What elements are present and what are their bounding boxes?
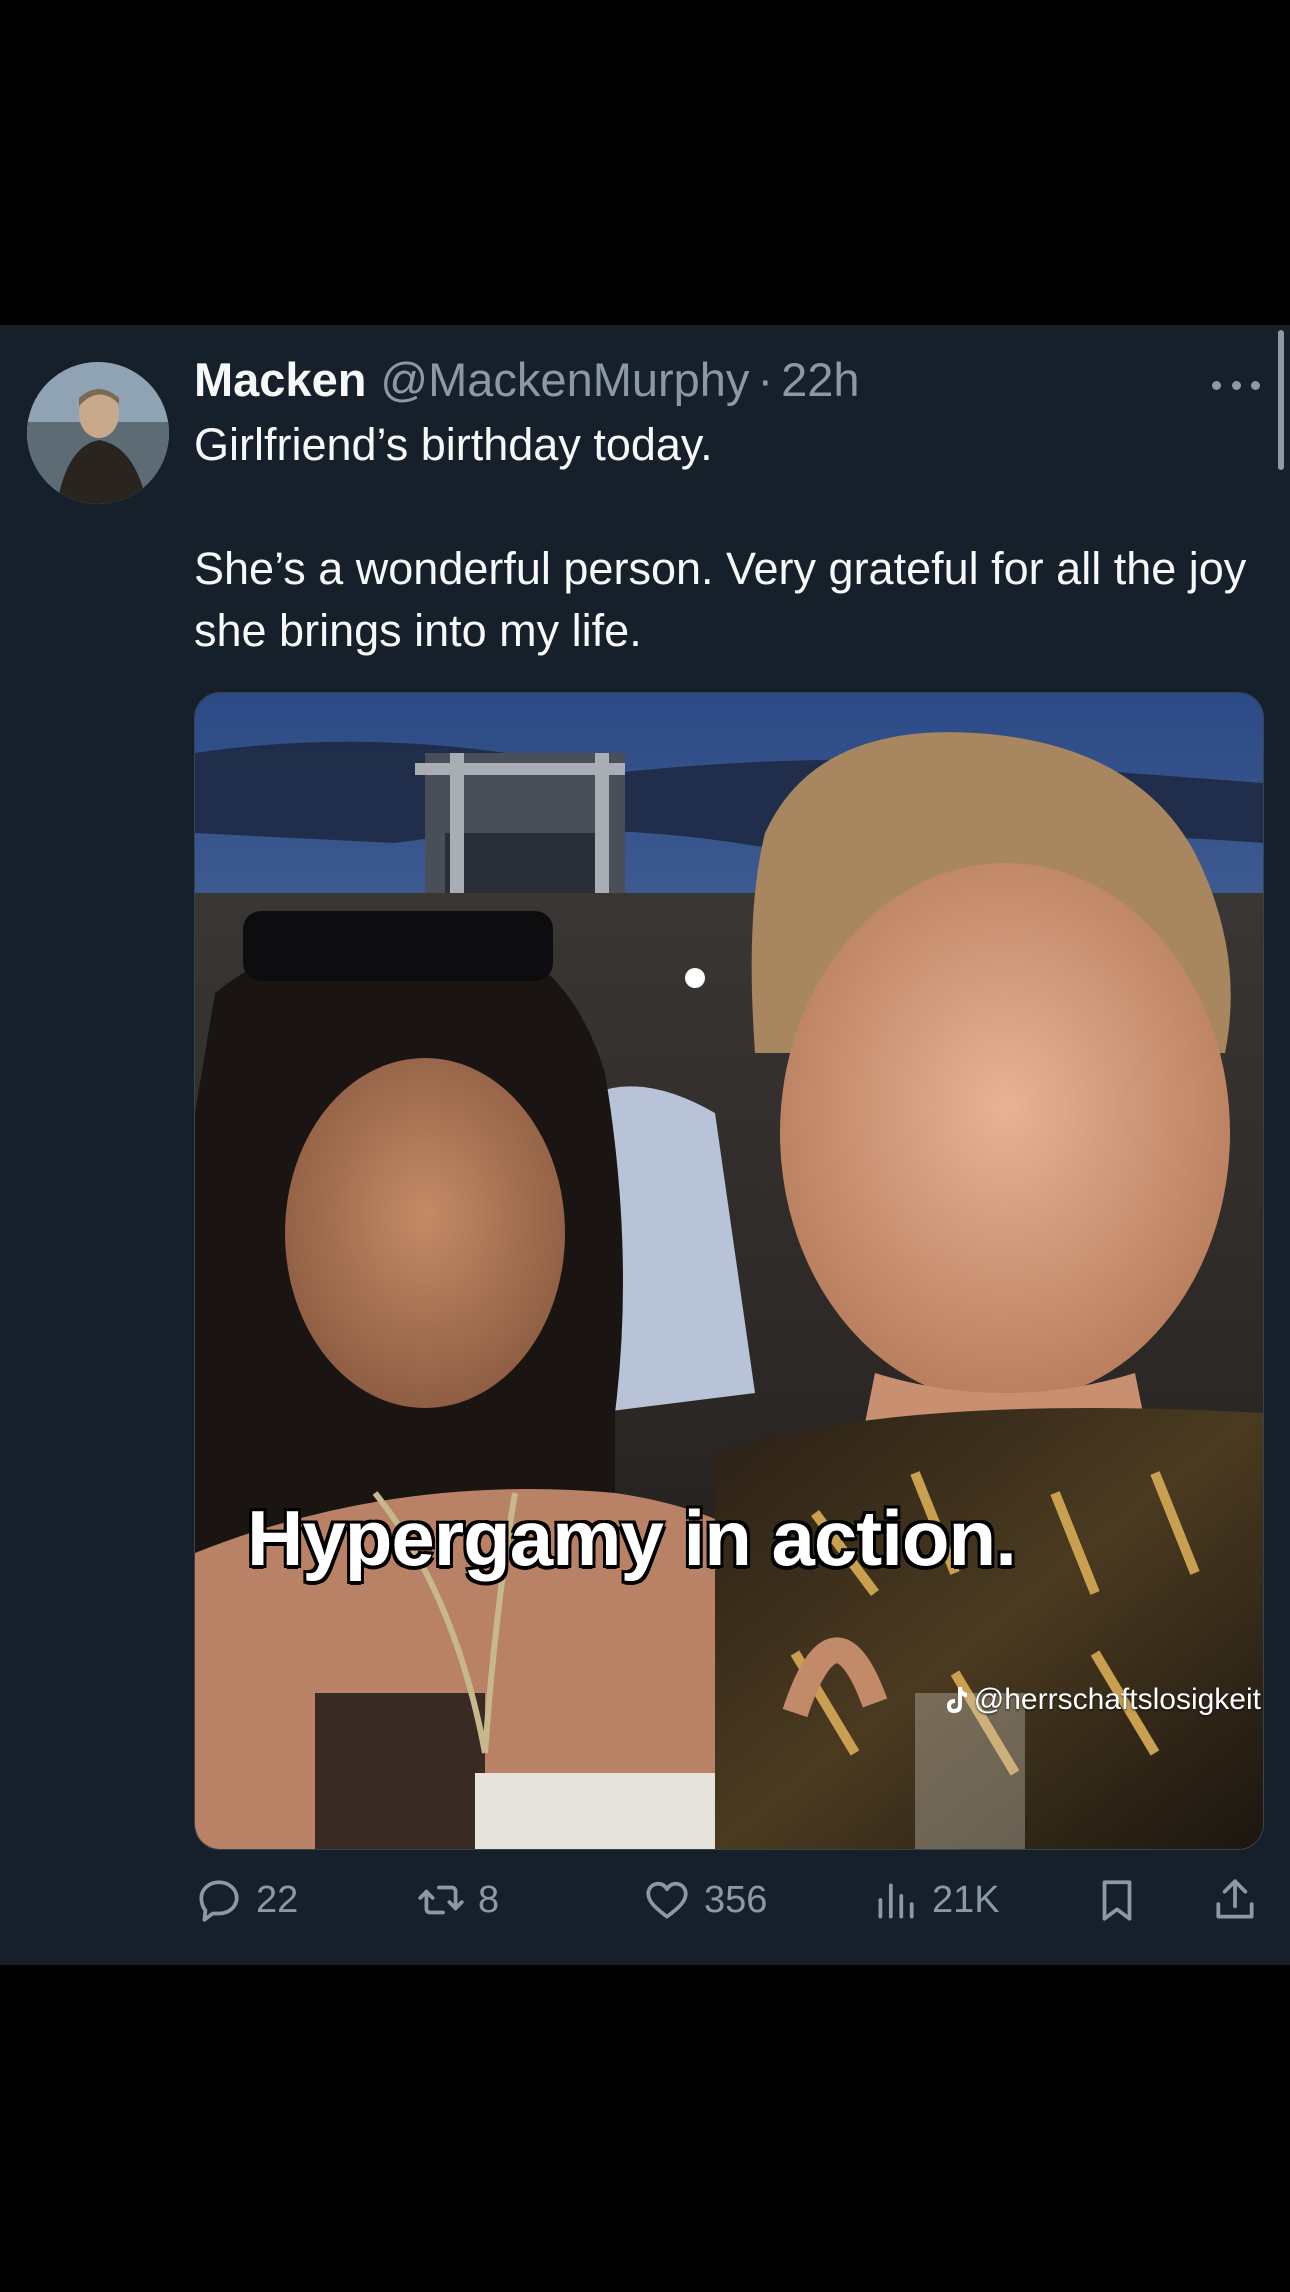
tweet-header: Macken @MackenMurphy · 22h <box>194 352 860 412</box>
like-count: 356 <box>704 1878 768 1921</box>
avatar[interactable] <box>27 362 169 504</box>
media-caption: Hypergamy in action. <box>246 1493 1019 1584</box>
timestamp[interactable]: 22h <box>781 352 859 407</box>
watermark-handle: @herrschaftslosigkeit <box>973 1683 1261 1716</box>
avatar-image <box>27 362 169 504</box>
more-options-button[interactable] <box>1212 370 1260 400</box>
views-button[interactable]: 21K <box>870 1870 1000 1930</box>
screen: Macken @MackenMurphy · 22h Girlfriend’s … <box>0 0 1290 2292</box>
author-display-name[interactable]: Macken <box>194 352 366 407</box>
reply-button[interactable]: 22 <box>194 1870 298 1930</box>
reply-count: 22 <box>256 1878 299 1921</box>
reply-icon <box>199 1880 239 1922</box>
share-icon <box>1216 1879 1254 1919</box>
more-horizontal-icon <box>1251 380 1260 390</box>
more-horizontal-icon <box>1212 380 1221 390</box>
views-icon <box>878 1883 914 1919</box>
media-photo <box>195 693 1263 1849</box>
tweet-actions: 22 8 356 21K <box>194 1870 1264 1930</box>
bookmark-icon <box>1102 1880 1132 1921</box>
like-button[interactable]: 356 <box>642 1870 767 1930</box>
tweet-text: Girlfriend’s birthday today. She’s a won… <box>194 414 1254 662</box>
tiktok-icon <box>946 1687 967 1713</box>
heart-icon <box>646 1881 688 1919</box>
author-handle[interactable]: @MackenMurphy <box>380 352 749 407</box>
retweet-count: 8 <box>478 1878 500 1921</box>
retweet-icon <box>418 1885 464 1915</box>
tweet-media[interactable]: Hypergamy in action. @herrschaftslosigke… <box>194 692 1264 1850</box>
share-button[interactable] <box>1210 1870 1260 1930</box>
more-horizontal-icon <box>1231 380 1241 390</box>
tweet-text-line: She’s a wonderful person. Very grateful … <box>194 543 1247 656</box>
views-count: 21K <box>932 1878 1000 1921</box>
bookmark-button[interactable] <box>1092 1870 1142 1930</box>
tweet-text-line: Girlfriend’s birthday today. <box>194 419 713 470</box>
separator-dot: · <box>757 353 774 406</box>
media-watermark: @herrschaftslosigkeit <box>944 1683 1261 1717</box>
scrollbar[interactable] <box>1278 330 1284 470</box>
retweet-button[interactable]: 8 <box>416 1870 499 1930</box>
